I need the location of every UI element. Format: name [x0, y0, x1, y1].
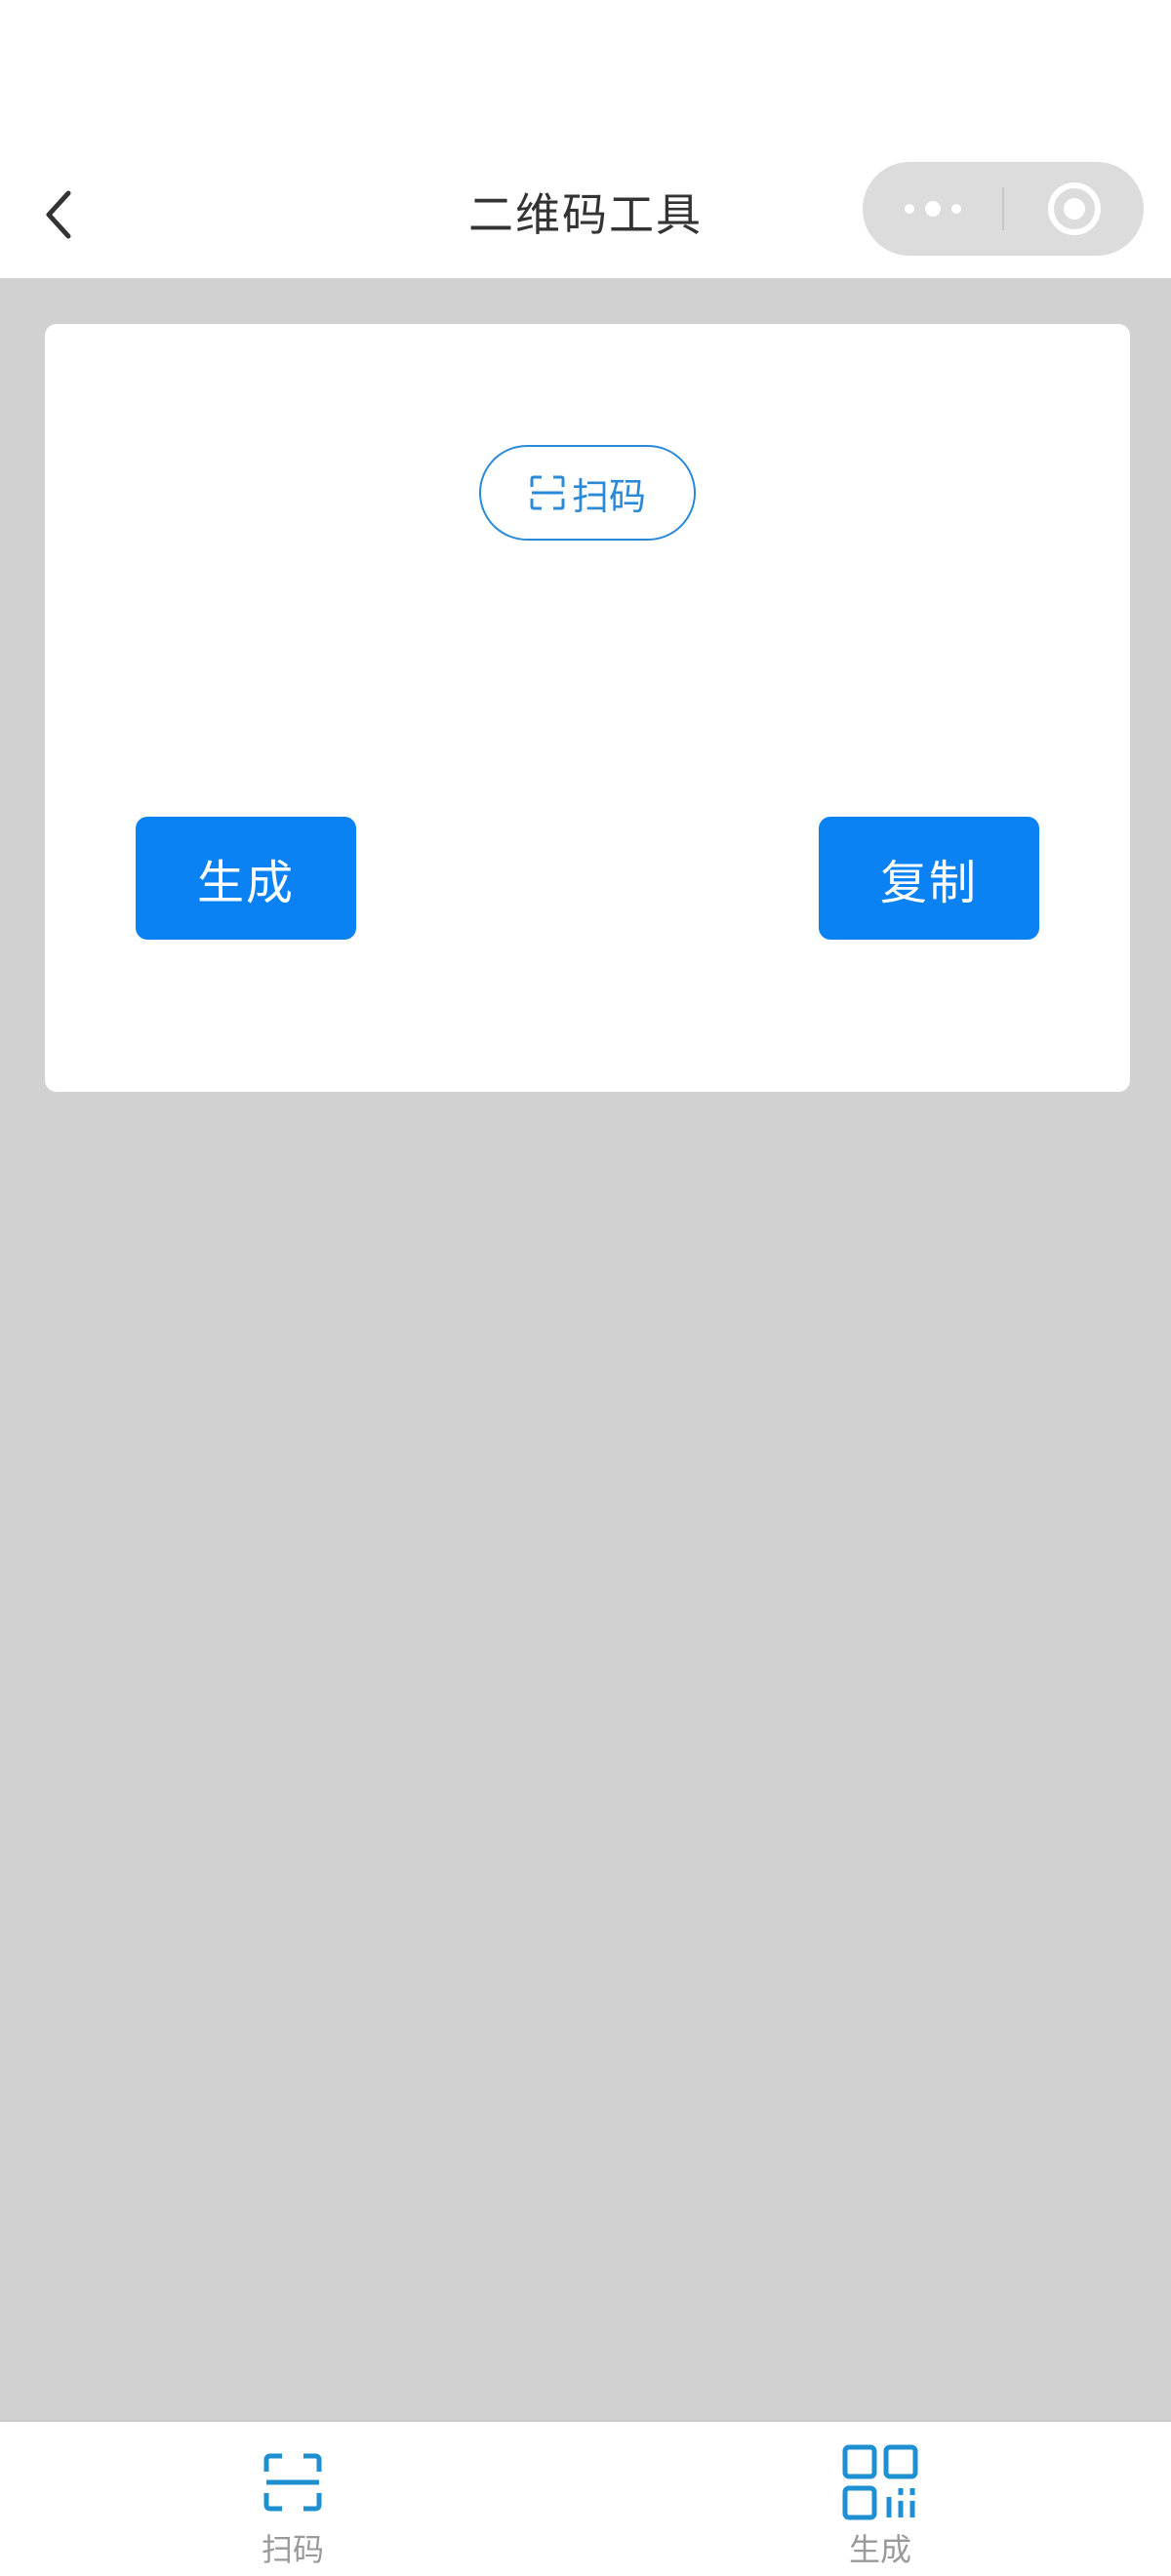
generate-button[interactable]: 生成: [136, 817, 356, 940]
tab-scan-icon-wrap: [254, 2443, 332, 2521]
chevron-left-icon: [46, 190, 71, 239]
tab-generate-icon-wrap: [841, 2443, 919, 2521]
tab-generate[interactable]: 生成: [783, 2422, 978, 2576]
scan-frame-icon: [530, 475, 565, 510]
app-screen: 二维码工具 扫码 生成 复制 扫码 生成: [0, 0, 1171, 2576]
tab-generate-label: 生成: [848, 2531, 911, 2568]
scan-button[interactable]: 扫码: [479, 445, 696, 541]
more-dots-icon: [904, 201, 961, 217]
page-title: 二维码工具: [468, 188, 703, 241]
qr-code-icon: [842, 2444, 918, 2520]
close-miniprogram-button[interactable]: [1004, 162, 1144, 256]
tool-card: 扫码 生成 复制: [45, 324, 1130, 1092]
target-circle-icon: [1047, 182, 1101, 235]
tab-scan-label: 扫码: [261, 2531, 324, 2568]
copy-button[interactable]: 复制: [819, 817, 1039, 940]
scan-button-label: 扫码: [571, 474, 646, 518]
scan-frame-icon: [263, 2453, 322, 2512]
back-button[interactable]: [21, 178, 96, 252]
more-button[interactable]: [863, 162, 1002, 256]
tab-bar: 扫码 生成: [0, 2420, 1171, 2576]
status-bar: [0, 0, 1171, 151]
mini-program-capsule: [863, 162, 1144, 256]
nav-bar: 二维码工具: [0, 151, 1171, 278]
tab-scan[interactable]: 扫码: [195, 2422, 390, 2576]
